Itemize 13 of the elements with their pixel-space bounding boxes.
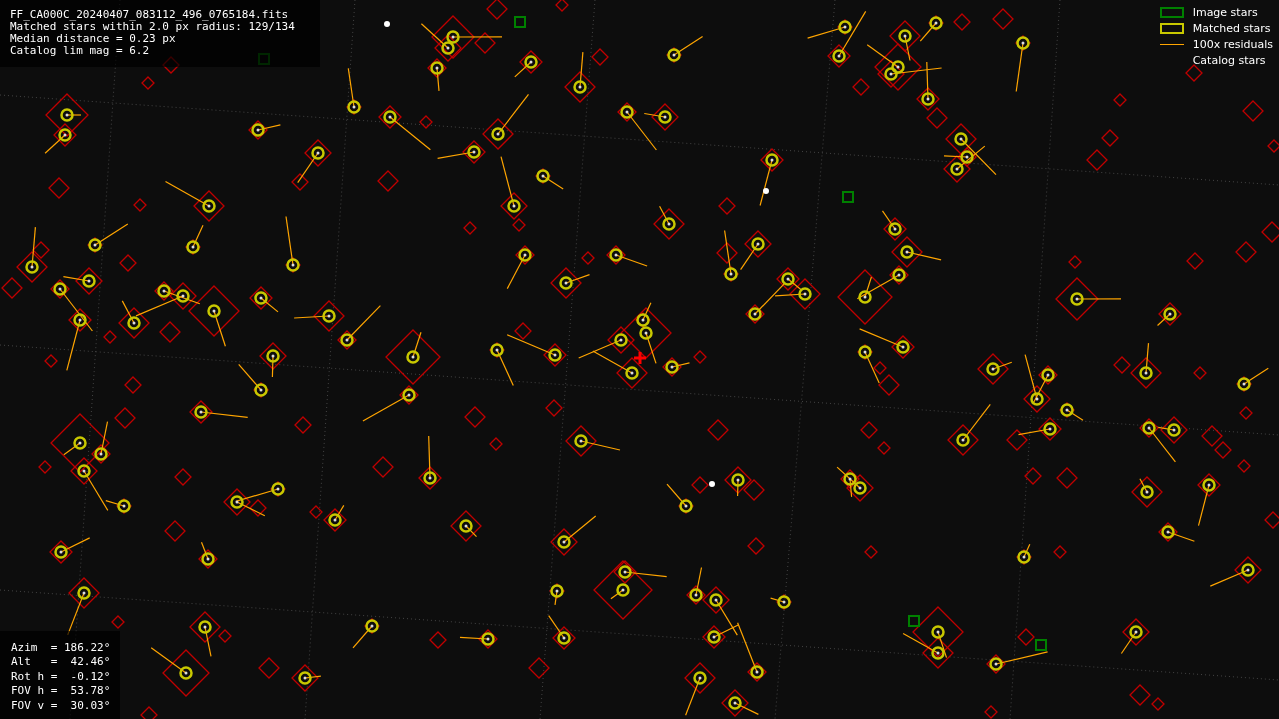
- pointing-text: Alt = 42.46°: [11, 655, 111, 670]
- info-text: Catalog lim mag = 6.2: [10, 45, 151, 57]
- legend-label: Matched stars: [1192, 22, 1271, 35]
- info-text: Median distance = 0.23 px: [10, 33, 177, 45]
- pointing-text: FOV h = 53.78°: [11, 684, 111, 699]
- info-text: FF_CA000C_20240407_083112_496_0765184.fits: [10, 9, 290, 21]
- pointing-text: FOV v = 30.03°: [11, 698, 111, 713]
- pointing-text: Azim = 186.22°: [11, 640, 111, 655]
- legend-label: Image stars: [1192, 6, 1258, 19]
- legend-label: Catalog stars: [1192, 54, 1266, 67]
- info-text: Matched stars within 2.0 px radius: 129/134: [10, 21, 296, 33]
- legend-label: 100x residuals: [1192, 38, 1273, 51]
- pointing-text: Rot h = -0.12°: [11, 669, 111, 684]
